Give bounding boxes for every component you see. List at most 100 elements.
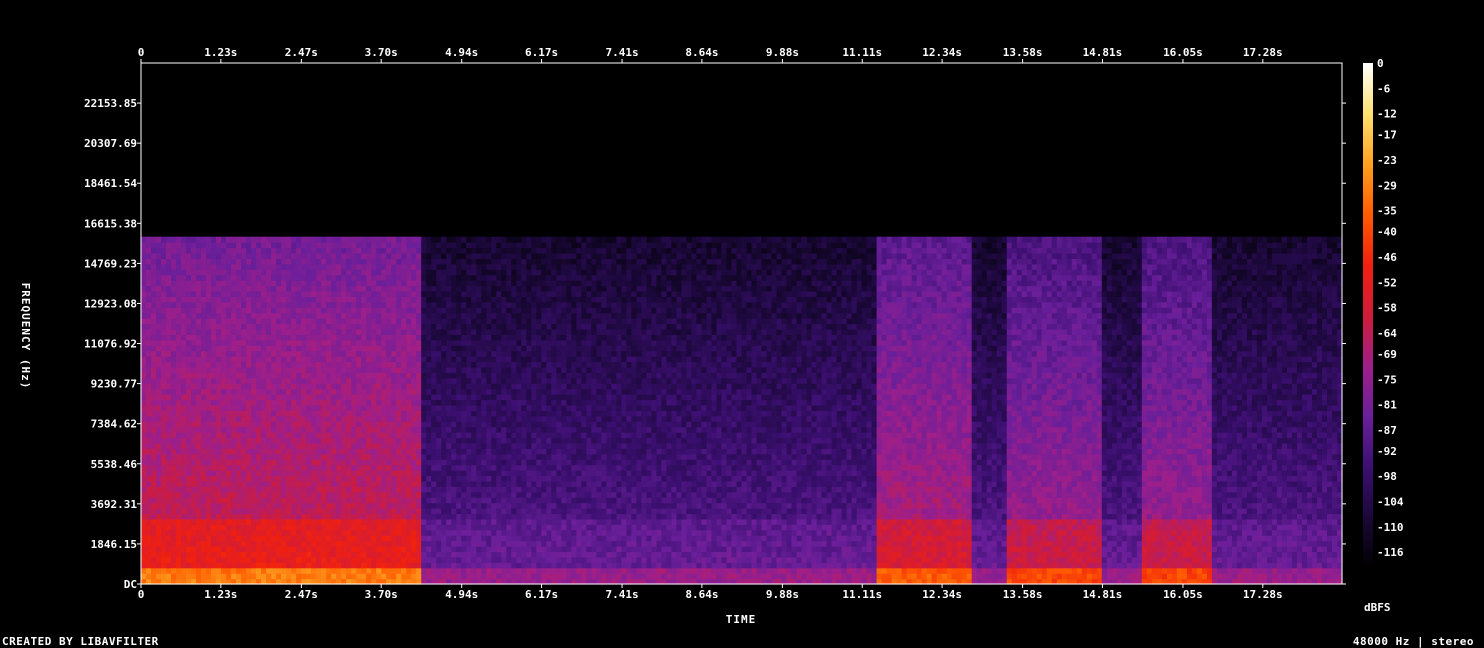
spectrogram-cell	[421, 497, 427, 504]
spectrogram-cell	[296, 285, 302, 292]
spectrogram-cell	[506, 258, 512, 265]
spectrogram-cell	[341, 345, 347, 352]
spectrogram-cell	[446, 524, 452, 531]
spectrogram-cell	[301, 540, 307, 547]
spectrogram-cell	[386, 269, 392, 276]
spectrogram-cell	[301, 366, 307, 373]
spectrogram-cell	[331, 269, 337, 276]
spectrogram-cell	[416, 269, 422, 276]
spectrogram-cell	[266, 426, 272, 433]
spectrogram-cell	[396, 280, 402, 287]
spectrogram-cell	[521, 252, 527, 259]
spectrogram-cell	[451, 274, 457, 281]
spectrogram-cell	[501, 318, 507, 325]
spectrogram-cell	[336, 236, 342, 243]
spectrogram-cell	[176, 328, 182, 335]
spectrogram-cell	[521, 280, 527, 287]
spectrogram-cell	[231, 486, 237, 493]
spectrogram-cell	[481, 285, 487, 292]
spectrogram-cell	[386, 556, 392, 563]
spectrogram-cell	[266, 480, 272, 487]
spectrogram-cell	[171, 323, 177, 330]
spectrogram-cell	[186, 573, 192, 580]
spectrogram-cell	[496, 442, 502, 449]
spectrogram-cell	[171, 562, 177, 569]
spectrogram-cell	[296, 269, 302, 276]
spectrogram-cell	[341, 280, 347, 287]
spectrogram-cell	[526, 339, 532, 346]
spectrogram-cell	[296, 339, 302, 346]
spectrogram-cell	[181, 252, 187, 259]
spectrogram-cell	[526, 556, 532, 563]
spectrogram-cell	[346, 567, 352, 574]
spectrogram-cell	[256, 415, 262, 422]
spectrogram-cell	[191, 323, 197, 330]
spectrogram-cell	[246, 404, 252, 411]
spectrogram-cell	[521, 453, 527, 460]
spectrogram-cell	[326, 426, 332, 433]
spectrogram-cell	[316, 247, 322, 254]
spectrogram-cell	[201, 442, 207, 449]
spectrogram-cell	[371, 242, 377, 249]
spectrogram-cell	[461, 334, 467, 341]
spectrogram-cell	[331, 285, 337, 292]
spectrogram-cell	[366, 404, 372, 411]
spectrogram-cell	[211, 480, 217, 487]
spectrogram-cell	[466, 252, 472, 259]
spectrogram-cell	[301, 486, 307, 493]
spectrogram-cell	[366, 459, 372, 466]
spectrogram-cell	[236, 540, 242, 547]
spectrogram-cell	[491, 285, 497, 292]
spectrogram-cell	[451, 529, 457, 536]
spectrogram-cell	[196, 318, 202, 325]
spectrogram-cell	[531, 556, 537, 563]
spectrogram-cell	[141, 388, 147, 395]
spectrogram-cell	[496, 518, 502, 525]
spectrogram-cell	[501, 540, 507, 547]
spectrogram-cell	[401, 323, 407, 330]
spectrogram-cell	[361, 285, 367, 292]
spectrogram-cell	[296, 399, 302, 406]
spectrogram-cell	[466, 524, 472, 531]
spectrogram-cell	[506, 480, 512, 487]
spectrogram-cell	[366, 366, 372, 373]
spectrogram-cell	[251, 339, 257, 346]
spectrogram-cell	[146, 252, 152, 259]
spectrogram-cell	[191, 421, 197, 428]
spectrogram-cell	[186, 285, 192, 292]
spectrogram-cell	[331, 475, 337, 482]
spectrogram-cell	[486, 453, 492, 460]
spectrogram-cell	[391, 236, 397, 243]
spectrogram-cell	[516, 345, 522, 352]
spectrogram-cell	[326, 258, 332, 265]
spectrogram-cell	[426, 301, 432, 308]
spectrogram-cell	[321, 258, 327, 265]
spectrogram-cell	[426, 497, 432, 504]
spectrogram-cell	[526, 252, 532, 259]
spectrogram-cell	[381, 318, 387, 325]
spectrogram-cell	[141, 285, 147, 292]
spectrogram-cell	[296, 459, 302, 466]
spectrogram-cell	[356, 394, 362, 401]
spectrogram-cell	[391, 470, 397, 477]
spectrogram-cell	[211, 421, 217, 428]
spectrogram-cell	[306, 366, 312, 373]
spectrogram-cell	[326, 345, 332, 352]
spectrogram-cell	[221, 432, 227, 439]
spectrogram-cell	[471, 513, 477, 520]
spectrogram-cell	[306, 388, 312, 395]
spectrogram-cell	[201, 502, 207, 509]
spectrogram-cell	[471, 480, 477, 487]
spectrogram-cell	[271, 274, 277, 281]
spectrogram-cell	[411, 442, 417, 449]
spectrogram-cell	[396, 437, 402, 444]
spectrogram-cell	[321, 296, 327, 303]
spectrogram-cell	[521, 442, 527, 449]
spectrogram-cell	[376, 334, 382, 341]
spectrogram-cell	[226, 518, 232, 525]
spectrogram-cell	[241, 377, 247, 384]
spectrogram-cell	[176, 556, 182, 563]
spectrogram-cell	[201, 437, 207, 444]
spectrogram-cell	[381, 383, 387, 390]
spectrogram-cell	[326, 247, 332, 254]
